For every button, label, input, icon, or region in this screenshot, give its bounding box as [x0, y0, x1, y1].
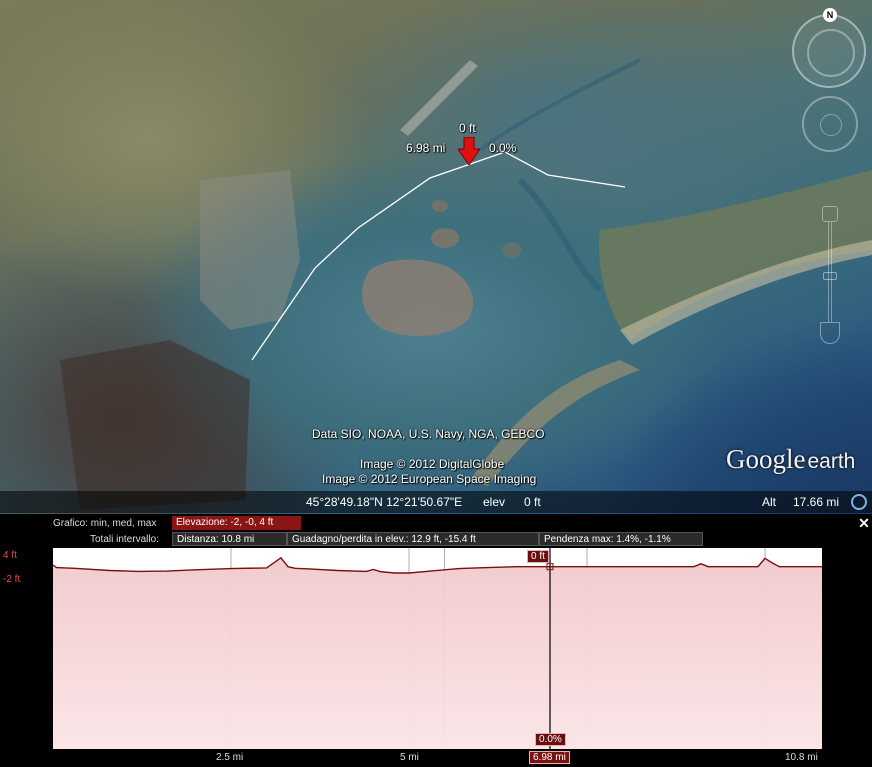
imagery-credit: Image © 2012 DigitalGlobe — [360, 457, 505, 471]
elevation-point — [266, 567, 268, 569]
cursor-distance-label: 6.98 mi — [529, 751, 570, 764]
y-tick-label: -2 ft — [3, 574, 21, 585]
elevation-point — [166, 570, 168, 572]
position-arrow-icon — [458, 137, 480, 165]
elevation-point — [622, 566, 624, 568]
elevation-point — [764, 557, 766, 559]
status-elevation-label: elev — [483, 495, 506, 509]
x-tick-label: 10.8 mi — [785, 752, 818, 763]
elevation-profile-panel: Grafico: min, med, max Elevazione: -2, -… — [0, 514, 872, 767]
elevation-point — [707, 566, 709, 568]
cursor-elevation-label: 0 ft — [527, 550, 549, 563]
path-marker-slope: 0.0% — [489, 141, 517, 155]
y-tick-label: 4 ft — [3, 550, 17, 561]
gain-loss-summary-box: Guadagno/perdita in elev.: 12.9 ft, -15.… — [287, 532, 539, 546]
streaming-indicator-icon — [851, 494, 867, 510]
logo-earth-text: earth — [807, 450, 856, 473]
elevation-point — [137, 570, 139, 572]
elevation-point — [73, 567, 75, 569]
elevation-point — [56, 567, 58, 569]
elevation-point — [109, 569, 111, 572]
distance-summary-box: Distanza: 10.8 mi — [172, 532, 287, 546]
elevation-point — [408, 572, 410, 574]
elevation-point — [515, 566, 517, 568]
elevation-point — [778, 566, 780, 568]
elevation-point — [308, 568, 310, 570]
look-joystick-icon[interactable] — [802, 96, 858, 152]
elevation-point — [280, 557, 282, 559]
path-marker-distance: 6.98 mi — [406, 141, 446, 155]
elevation-summary-box[interactable]: Elevazione: -2, -0, 4 ft — [172, 516, 301, 530]
elevation-point — [429, 570, 431, 572]
elevation-point — [294, 567, 296, 569]
slope-summary-box: Pendenza max: 1.4%, -1.1% — [539, 532, 703, 546]
elevation-point — [693, 566, 695, 568]
google-earth-logo: Googleearth — [726, 444, 855, 475]
elevation-point — [337, 569, 339, 572]
satellite-map-view[interactable]: 0 ft 6.98 mi 0.0% Data SIO, NOAA, U.S. N… — [0, 0, 872, 514]
status-elevation-value: 0 ft — [524, 495, 541, 509]
elevation-point — [365, 570, 367, 572]
elevation-point — [771, 562, 773, 564]
close-profile-button[interactable]: ✕ — [857, 516, 871, 530]
elevation-point — [736, 566, 738, 568]
elevation-point — [486, 567, 488, 569]
imagery-credit: Data SIO, NOAA, U.S. Navy, NGA, GEBCO — [312, 427, 545, 441]
elevation-point — [664, 566, 667, 568]
x-tick-label: 5 mi — [400, 752, 419, 763]
elevation-point — [287, 566, 289, 568]
elevation-point — [230, 568, 232, 570]
elevation-point — [394, 572, 396, 574]
compass-ring-icon[interactable] — [792, 14, 866, 88]
zoom-slider-handle[interactable] — [823, 272, 837, 280]
elevation-point — [586, 566, 588, 568]
elevation-point — [379, 571, 382, 573]
status-altitude-label: Alt — [762, 495, 777, 509]
elevation-point — [700, 563, 702, 565]
zoom-in-button[interactable] — [822, 206, 838, 222]
elevation-chart-svg[interactable] — [53, 548, 822, 749]
elevation-area — [53, 557, 822, 749]
status-altitude-value: 17.66 mi — [793, 495, 840, 509]
totals-label: Totali intervallo: — [90, 534, 159, 545]
elevation-point — [458, 568, 460, 570]
status-coordinates: 45°28'49.18"N 12°21'50.67"E — [306, 495, 463, 509]
graph-label: Grafico: min, med, max — [53, 518, 157, 529]
elevation-point — [372, 568, 374, 571]
x-tick-label: 2.5 mi — [216, 752, 244, 763]
cursor-slope-label: 0.0% — [535, 733, 566, 746]
navigation-controls: N — [788, 8, 872, 358]
status-bar: 45°28'49.18"N 12°21'50.67"E elev 0 ft Al… — [0, 491, 872, 513]
imagery-credit: Image © 2012 European Space Imaging — [322, 472, 537, 486]
elevation-point — [757, 566, 759, 568]
elevation-point — [194, 569, 196, 571]
elevation-chart[interactable] — [53, 548, 822, 749]
path-marker-elevation: 0 ft — [459, 121, 476, 135]
north-indicator-icon[interactable]: N — [823, 8, 837, 22]
logo-google-text: Google — [726, 444, 806, 474]
zoom-out-button[interactable] — [820, 322, 840, 344]
